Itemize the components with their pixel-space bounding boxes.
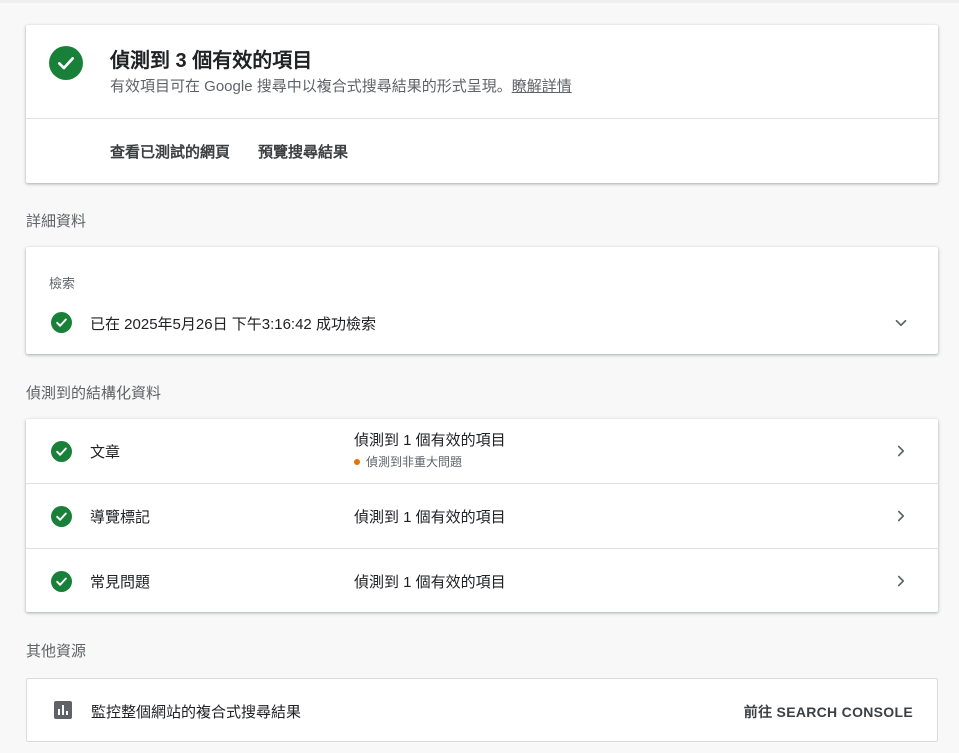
bar-chart-icon [54, 701, 72, 719]
structured-item-article[interactable]: 文章 偵測到 1 個有效的項目 偵測到非重大問題 [26, 419, 938, 484]
learn-more-link[interactable]: 瞭解詳情 [512, 78, 572, 95]
check-circle-icon [51, 571, 72, 592]
structured-item-breadcrumb[interactable]: 導覽標記 偵測到 1 個有效的項目 [26, 483, 938, 548]
crawl-status: 已在 2025年5月26日 下午3:16:42 成功檢索 [90, 316, 376, 333]
other-heading: 其他資源 [26, 643, 87, 660]
crawl-card[interactable]: 檢索 已在 2025年5月26日 下午3:16:42 成功檢索 [26, 247, 938, 354]
preview-results-button[interactable]: 預覽搜尋結果 [258, 141, 348, 162]
summary-subtitle: 有效項目可在 Google 搜尋中以複合式搜尋結果的形式呈現。瞭解詳情 [110, 75, 572, 96]
go-search-console-button[interactable]: 前往 SEARCH CONSOLE [744, 702, 913, 722]
item-status: 偵測到 1 個有效的項目 [354, 432, 506, 449]
chevron-right-icon [892, 572, 910, 590]
item-warning-text: 偵測到非重大問題 [366, 455, 463, 469]
view-tested-page-button[interactable]: 查看已測試的網頁 [110, 141, 230, 162]
chevron-right-icon [892, 507, 910, 525]
item-warning: 偵測到非重大問題 [354, 453, 462, 470]
structured-item-faq[interactable]: 常見問題 偵測到 1 個有效的項目 [26, 548, 938, 613]
warning-dot-icon [354, 458, 360, 465]
top-border [0, 0, 959, 3]
summary-divider [26, 118, 938, 119]
summary-card: 偵測到 3 個有效的項目 有效項目可在 Google 搜尋中以複合式搜尋結果的形… [26, 25, 938, 183]
structured-heading: 偵測到的結構化資料 [26, 385, 162, 402]
chevron-down-icon[interactable] [892, 314, 910, 332]
item-name: 常見問題 [90, 574, 151, 591]
structured-data-card: 文章 偵測到 1 個有效的項目 偵測到非重大問題 導覽標記 偵測到 1 個有效的… [26, 419, 938, 612]
item-name: 導覽標記 [90, 509, 151, 526]
details-heading: 詳細資料 [26, 213, 87, 230]
crawl-label: 檢索 [49, 276, 76, 291]
check-circle-icon [51, 312, 72, 333]
item-name: 文章 [90, 444, 121, 461]
summary-subtitle-text: 有效項目可在 Google 搜尋中以複合式搜尋結果的形式呈現。 [110, 78, 512, 95]
other-resources-card: 監控整個網站的複合式搜尋結果 前往 SEARCH CONSOLE [26, 678, 938, 742]
item-status: 偵測到 1 個有效的項目 [354, 574, 506, 591]
item-status: 偵測到 1 個有效的項目 [354, 509, 506, 526]
summary-title: 偵測到 3 個有效的項目 [110, 50, 313, 72]
check-circle-icon [49, 46, 83, 80]
check-circle-icon [51, 441, 72, 462]
monitor-text: 監控整個網站的複合式搜尋結果 [91, 704, 302, 721]
chevron-right-icon [892, 442, 910, 460]
check-circle-icon [51, 506, 72, 527]
